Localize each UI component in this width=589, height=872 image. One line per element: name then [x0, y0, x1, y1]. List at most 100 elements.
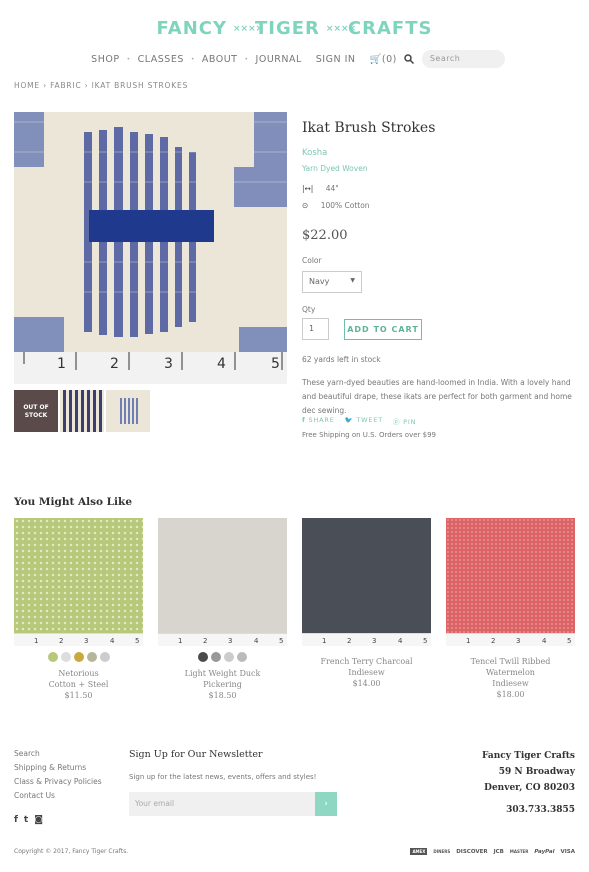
content-spec: ⊙ 100% Cotton [302, 201, 370, 210]
color-select-value: Navy [309, 277, 330, 286]
breadcrumb[interactable]: HOME › FABRIC › IKAT BRUSH STROKES [14, 81, 188, 90]
related-title: French Terry Charcoal Indiesew $14.00 [302, 656, 431, 689]
related-card[interactable]: 12345 French Terry Charcoal Indiesew $14.0… [302, 518, 431, 689]
related-vendor: Indiesew [492, 679, 529, 688]
vendor-link[interactable]: Kosha [302, 148, 327, 158]
twitter-icon: 🐦 [344, 416, 354, 424]
mastercard-icon: MASTER [509, 849, 529, 854]
cart-count: (0) [381, 53, 397, 65]
footer-link-contact[interactable]: Contact Us [14, 789, 102, 803]
related-heading: You Might Also Like [14, 496, 133, 508]
chevron-down-icon: ▼ [350, 277, 355, 284]
pin-label: PIN [403, 418, 417, 426]
related-vendor: Indiesew [348, 668, 385, 677]
nav-separator: • [190, 55, 195, 63]
diners-icon: DINERS [433, 849, 451, 854]
swatch[interactable] [99, 652, 110, 662]
newsletter-title: Sign Up for Our Newsletter [129, 749, 263, 760]
logo-cross-icon: ×××× [233, 24, 264, 34]
logo-word-tiger: TIGER [255, 18, 320, 39]
related-title-line: Tencel Twill Ribbed Watermelon [470, 657, 551, 677]
search-input[interactable]: Search [421, 50, 505, 68]
amex-icon: AMEX [410, 848, 428, 855]
related-card[interactable]: 12345 Tencel Twill Ribbed Watermelon Indi… [446, 518, 575, 700]
swatch[interactable] [211, 652, 221, 662]
related-price: $11.50 [64, 691, 93, 700]
shipping-note: Free Shipping on U.S. Orders over $99 [302, 431, 436, 439]
color-select[interactable]: Navy ▼ [302, 271, 362, 293]
share-pinterest[interactable]: ⓟ PIN [393, 416, 416, 426]
phone-number: 303.733.3855 [506, 805, 575, 815]
footer-link-search[interactable]: Search [14, 747, 102, 761]
store-name: Fancy Tiger Crafts [482, 751, 575, 761]
newsletter-submit-button[interactable]: › [315, 792, 337, 816]
swatch[interactable] [73, 652, 84, 662]
copyright: Copyright © 2017, Fancy Tiger Crafts. [14, 848, 129, 855]
nav-shop[interactable]: SHOP [91, 54, 119, 65]
related-image: 12345 [302, 518, 431, 646]
related-title-line: French Terry Charcoal [320, 657, 413, 666]
swatches [158, 652, 287, 662]
ruler-number: 2 [110, 356, 119, 372]
product-description: These yarn-dyed beauties are hand-loomed… [302, 378, 572, 415]
jcb-icon: JCB [493, 848, 504, 855]
address-line-2: Denver, CO 80203 [484, 783, 575, 793]
fiber-icon: ⊙ [302, 201, 309, 210]
ikat-fabric-image [14, 112, 287, 384]
cart-link[interactable]: 🛒(0) [370, 54, 397, 65]
product-type-link[interactable]: Yarn Dyed Woven [302, 164, 368, 173]
nav-classes[interactable]: CLASSES [138, 54, 184, 65]
related-image: 12345 [14, 518, 143, 646]
related-card[interactable]: 12345 Light Weight Duck Pickering $18.50 [158, 518, 287, 701]
related-title-line: Light Weight Duck [184, 669, 261, 678]
quantity-input[interactable]: 1 [302, 318, 329, 340]
share-facebook[interactable]: f SHARE [302, 416, 335, 426]
facebook-icon[interactable]: f [14, 815, 18, 825]
thumbnail-3[interactable] [106, 390, 150, 432]
related-price: $14.00 [352, 679, 381, 688]
nav-separator: • [126, 55, 131, 63]
nav-sign-in[interactable]: SIGN IN [316, 54, 356, 65]
search-icon[interactable] [404, 54, 414, 64]
swatch[interactable] [86, 652, 97, 662]
logo-cross-icon: ×××× [325, 24, 357, 34]
swatch[interactable] [224, 652, 234, 662]
swatch[interactable] [47, 652, 58, 662]
swatch[interactable] [60, 652, 71, 662]
logo-word-crafts: CRAFTS [347, 18, 433, 39]
site-logo[interactable]: FANCY ××××TIGER ××××CRAFTS [0, 18, 589, 39]
content-value: 100% Cotton [320, 201, 370, 210]
product-image[interactable]: 1 2 3 4 5 [14, 112, 287, 384]
thumbnail-2[interactable] [60, 390, 104, 432]
thumbnail-1[interactable]: OUT OF STOCK [14, 390, 58, 432]
share-bar: f SHARE 🐦 TWEET ⓟ PIN [302, 416, 416, 426]
tweet-label: TWEET [356, 416, 383, 424]
store-address: Fancy Tiger Crafts 59 N Broadway Denver,… [482, 748, 575, 818]
ruler-number: 5 [271, 356, 280, 372]
ruler-number: 3 [164, 356, 173, 372]
share-label: SHARE [308, 416, 335, 424]
main-nav: SHOP • CLASSES • ABOUT • JOURNAL SIGN IN 🛒(… [0, 50, 589, 68]
related-title: Tencel Twill Ribbed Watermelon Indiesew $1… [446, 656, 575, 700]
related-card[interactable]: 12345 Netorious Cotton + Steel $11.50 [14, 518, 143, 701]
related-image: 12345 [446, 518, 575, 646]
twitter-icon[interactable]: t [24, 815, 28, 825]
footer-link-policies[interactable]: Class & Privacy Policies [14, 775, 102, 789]
thumbnail-pattern [118, 398, 138, 424]
swatch[interactable] [237, 652, 247, 662]
fabric-pattern [446, 518, 575, 646]
width-spec: |↔| 44" [302, 184, 339, 193]
cart-icon: 🛒 [369, 53, 382, 65]
out-of-stock-label: OUT OF STOCK [23, 404, 49, 419]
nav-about[interactable]: ABOUT [202, 54, 238, 65]
share-twitter[interactable]: 🐦 TWEET [345, 416, 383, 426]
swatch[interactable] [198, 652, 208, 662]
ruler: 12345 [446, 633, 575, 646]
nav-journal[interactable]: JOURNAL [256, 54, 302, 65]
email-field[interactable]: Your email [129, 792, 315, 816]
ruler: 12345 [302, 633, 431, 646]
related-title: Netorious Cotton + Steel $11.50 [14, 668, 143, 701]
add-to-cart-button[interactable]: ADD TO CART [344, 319, 422, 340]
instagram-icon[interactable]: ◙ [34, 815, 43, 825]
footer-link-shipping[interactable]: Shipping & Returns [14, 761, 102, 775]
